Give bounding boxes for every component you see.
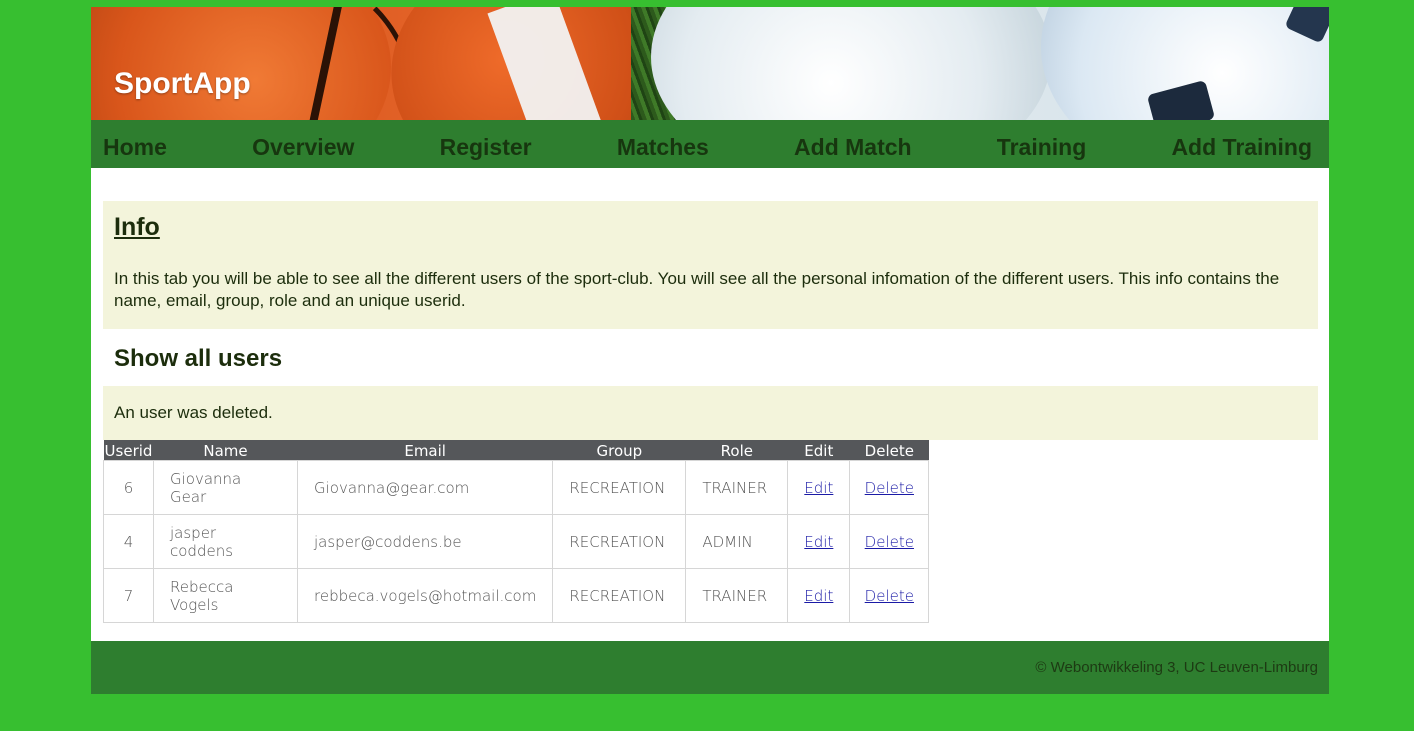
nav-register[interactable]: Register (440, 128, 532, 161)
cell-email: jasper@coddens.be (296, 514, 554, 569)
page-title: Show all users (114, 345, 283, 372)
main-nav: Home Overview Register Matches Add Match… (91, 120, 1329, 168)
cell-role: TRAINER (685, 460, 789, 515)
nav-training[interactable]: Training (997, 128, 1086, 161)
column-header-group: Group (552, 440, 686, 461)
nav-home[interactable]: Home (103, 128, 167, 161)
info-panel: Info In this tab you will be able to see… (103, 201, 1318, 329)
nav-add-training[interactable]: Add Training (1171, 128, 1312, 161)
edit-link[interactable]: Edit (804, 587, 833, 605)
main-content: Info In this tab you will be able to see… (91, 168, 1329, 641)
nav-add-match[interactable]: Add Match (794, 128, 912, 161)
cell-edit: Edit (787, 460, 851, 515)
column-header-edit: Edit (787, 440, 850, 461)
cell-role: TRAINER (685, 568, 789, 623)
nav-overview[interactable]: Overview (252, 128, 354, 161)
column-header-email: Email (297, 440, 553, 461)
volleyball-seam (791, 7, 1057, 120)
cell-delete: Delete (849, 514, 930, 569)
cell-group: RECREATION (552, 460, 687, 515)
status-message: An user was deleted. (103, 386, 1318, 440)
delete-link[interactable]: Delete (865, 533, 914, 551)
footer-copyright: © Webontwikkeling 3, UC Leuven-Limburg (1035, 659, 1318, 676)
cell-userid: 4 (103, 514, 154, 569)
nav-matches[interactable]: Matches (617, 128, 709, 161)
cell-delete: Delete (849, 460, 930, 515)
cell-name: Rebecca Vogels (153, 568, 298, 623)
cell-delete: Delete (849, 568, 930, 623)
cell-role: ADMIN (685, 514, 789, 569)
table-row: 7 Rebecca Vogels rebbeca.vogels@hotmail.… (103, 568, 930, 623)
cell-name: Giovanna Gear (153, 460, 298, 515)
table-header: Userid Name Email Group Role Edit Delete (103, 440, 929, 461)
column-header-name: Name (153, 440, 298, 461)
header-banner: SportApp (91, 7, 1329, 120)
column-header-userid: Userid (103, 440, 154, 461)
cell-group: RECREATION (552, 514, 687, 569)
footer: © Webontwikkeling 3, UC Leuven-Limburg (91, 641, 1329, 694)
page-container: SportApp Home Overview Register Matches … (91, 7, 1329, 694)
delete-link[interactable]: Delete (865, 587, 914, 605)
edit-link[interactable]: Edit (804, 479, 833, 497)
edit-link[interactable]: Edit (804, 533, 833, 551)
users-table: Userid Name Email Group Role Edit Delete… (103, 440, 930, 623)
info-text: In this tab you will be able to see all … (114, 269, 1280, 310)
info-heading: Info (114, 213, 160, 241)
cell-userid: 7 (103, 568, 154, 623)
cell-group: RECREATION (552, 568, 687, 623)
delete-link[interactable]: Delete (865, 479, 914, 497)
column-header-delete: Delete (849, 440, 929, 461)
cell-edit: Edit (787, 568, 851, 623)
app-title: SportApp (114, 67, 251, 100)
cell-userid: 6 (103, 460, 154, 515)
cell-name: jasper coddens (153, 514, 298, 569)
column-header-role: Role (685, 440, 788, 461)
table-row: 4 jasper coddens jasper@coddens.be RECRE… (103, 514, 930, 569)
cell-email: Giovanna@gear.com (296, 460, 554, 515)
cell-email: rebbeca.vogels@hotmail.com (296, 568, 554, 623)
cell-edit: Edit (787, 514, 851, 569)
table-row: 6 Giovanna Gear Giovanna@gear.com RECREA… (103, 460, 930, 515)
basketball-seam (146, 7, 416, 120)
